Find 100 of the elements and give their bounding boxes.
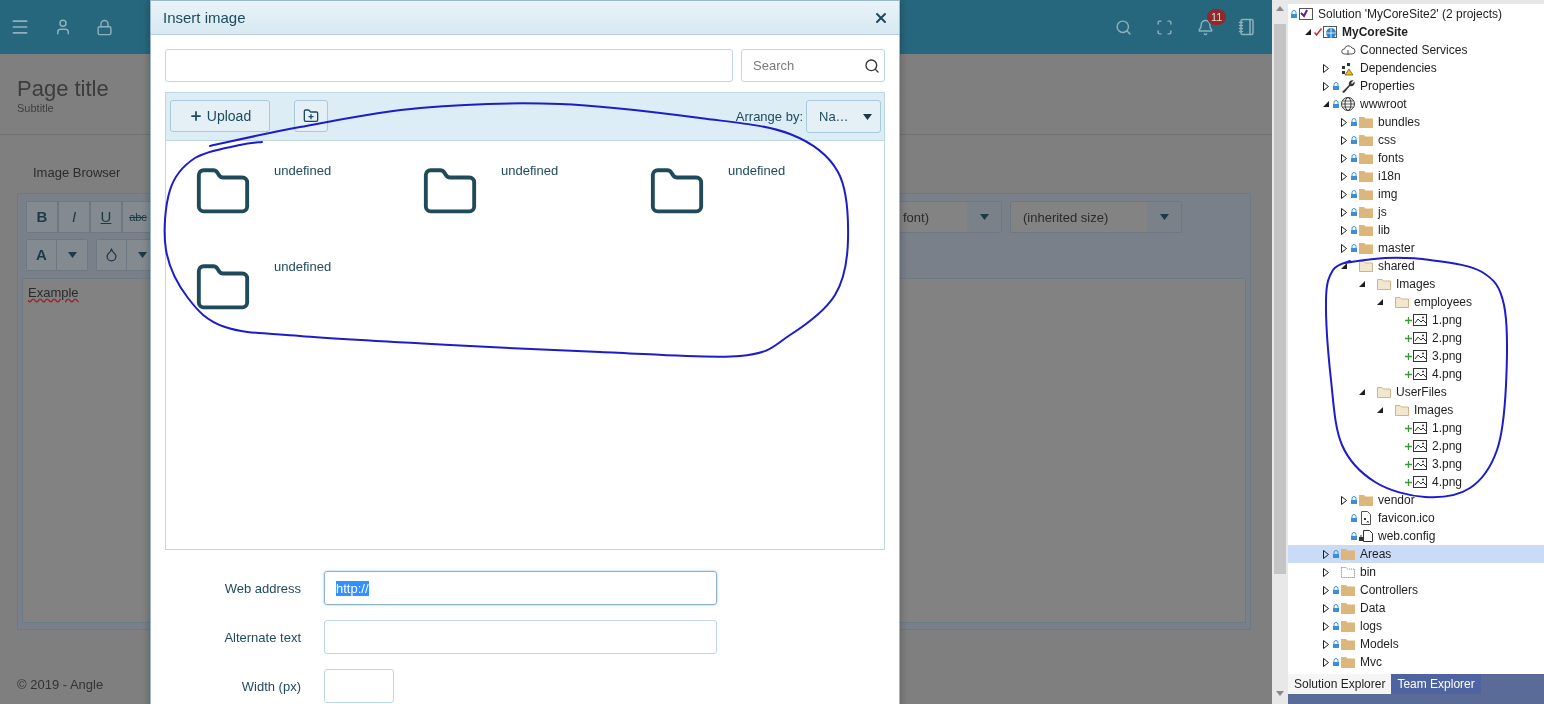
tree-item[interactable]: 2.png [1288,437,1544,455]
expand-arrow-icon[interactable] [1341,207,1347,217]
tree-item[interactable]: lib [1288,221,1544,239]
tree-item[interactable]: fonts [1288,149,1544,167]
tree-item[interactable]: Properties [1288,77,1544,95]
expand-arrow-icon[interactable] [1341,495,1347,505]
tree-item[interactable]: bin [1288,563,1544,581]
expand-arrow-icon[interactable] [1323,657,1329,667]
tree-item[interactable]: css [1288,131,1544,149]
tree-item[interactable]: 1.png [1288,311,1544,329]
tree-item[interactable]: Images [1288,275,1544,293]
expand-arrow-icon[interactable] [1323,603,1329,613]
tree-item[interactable]: Dependencies [1288,59,1544,77]
tree-item[interactable]: employees [1288,293,1544,311]
item-label[interactable]: undefined [501,163,559,178]
expand-arrow-icon[interactable] [1341,225,1347,235]
menu-icon[interactable] [10,17,30,37]
expand-arrow-icon[interactable] [1323,63,1329,73]
field-label: Alternate text [223,629,301,645]
folder-icon [1376,276,1392,292]
tree-item[interactable]: Mvc [1288,653,1544,671]
tree-item[interactable]: 4.png [1288,473,1544,491]
lock-icon[interactable] [96,18,113,36]
collapse-arrow-icon[interactable] [1377,299,1383,305]
new-folder-button[interactable] [294,100,328,132]
explorer-tab[interactable]: Solution Explorer [1288,674,1392,694]
folder-icon [1394,294,1410,310]
collapse-arrow-icon[interactable] [1377,407,1383,413]
expand-arrow-icon[interactable] [1341,243,1347,253]
tree-item[interactable]: wwwroot [1288,95,1544,113]
page-title: Page title [17,76,110,102]
size-select[interactable]: (inherited size) [1010,200,1182,233]
caret-icon [979,213,989,220]
bell-icon[interactable] [1197,18,1214,36]
tree-item[interactable]: web.config [1288,527,1544,545]
tree-item[interactable]: shared [1288,257,1544,275]
tree-item[interactable]: js [1288,203,1544,221]
tree-item[interactable]: Models [1288,635,1544,653]
tree-item[interactable]: UserFiles [1288,383,1544,401]
tree-item[interactable]: Data [1288,599,1544,617]
collapse-arrow-icon[interactable] [1341,263,1347,269]
expand-arrow-icon[interactable] [1341,135,1347,145]
expand-arrow-icon[interactable] [1323,81,1329,91]
input-field[interactable] [324,620,717,654]
expand-arrow-icon[interactable] [1323,639,1329,649]
caret-icon [67,251,77,258]
tree-item[interactable]: 1.png [1288,419,1544,437]
expand-arrow-icon[interactable] [1341,171,1347,181]
path-field[interactable] [165,49,733,82]
tree-item[interactable]: Images [1288,401,1544,419]
folder-plus-icon [303,108,319,124]
image-file-icon [1412,420,1428,436]
input-field[interactable] [324,669,394,703]
scroll-up-icon[interactable] [1276,6,1284,11]
folder-icon [1340,654,1356,670]
upload-button[interactable]: Upload [170,100,270,132]
expand-arrow-icon[interactable] [1341,153,1347,163]
expand-arrow-icon[interactable] [1341,189,1347,199]
item-label[interactable]: undefined [274,259,332,274]
collapse-arrow-icon[interactable] [1305,29,1311,35]
collapse-arrow-icon[interactable] [1359,389,1365,395]
expand-arrow-icon[interactable] [1323,621,1329,631]
expand-arrow-icon[interactable] [1341,117,1347,127]
folder-icon [1358,132,1374,148]
expand-arrow-icon[interactable] [1323,549,1329,559]
tree-item[interactable]: 3.png [1288,455,1544,473]
tree-item[interactable]: master [1288,239,1544,257]
tree-item[interactable]: Areas [1288,545,1544,563]
collapse-arrow-icon[interactable] [1323,101,1329,107]
tree-item[interactable]: 2.png [1288,329,1544,347]
tree-item[interactable]: img [1288,185,1544,203]
scroll-down-icon[interactable] [1276,691,1284,696]
tree-item[interactable]: Controllers [1288,581,1544,599]
tree-item[interactable]: i18n [1288,167,1544,185]
tree-item[interactable]: 4.png [1288,365,1544,383]
user-icon[interactable] [54,18,72,36]
collapse-arrow-icon[interactable] [1359,281,1365,287]
scroll-thumb[interactable] [1274,24,1286,574]
expand-arrow-icon[interactable] [1323,567,1329,577]
tree-item[interactable]: logs [1288,617,1544,635]
tree-item[interactable]: MyCoreSite [1288,23,1544,41]
folder-icon [1340,546,1356,562]
scrollbar[interactable] [1272,0,1288,704]
notebook-icon[interactable] [1238,18,1256,36]
explorer-tab[interactable]: Team Explorer [1391,674,1481,694]
search-icon[interactable] [1115,18,1132,36]
tree-item[interactable]: vendor [1288,491,1544,509]
expand-arrow-icon[interactable] [1323,585,1329,595]
item-label[interactable]: undefined [274,163,332,178]
fullscreen-icon[interactable] [1156,18,1173,36]
tree-item[interactable]: Solution 'MyCoreSite2' (2 projects) [1288,5,1544,23]
tree-item[interactable]: 3.png [1288,347,1544,365]
item-label[interactable]: undefined [728,163,786,178]
editor-text: Example [28,285,79,300]
tree-item[interactable]: bundles [1288,113,1544,131]
search-field[interactable]: Search [741,49,885,82]
arrange-select[interactable]: Na… [806,100,881,133]
tree-item[interactable]: Connected Services [1288,41,1544,59]
image-file-icon [1412,330,1428,346]
tree-item[interactable]: favicon.ico [1288,509,1544,527]
